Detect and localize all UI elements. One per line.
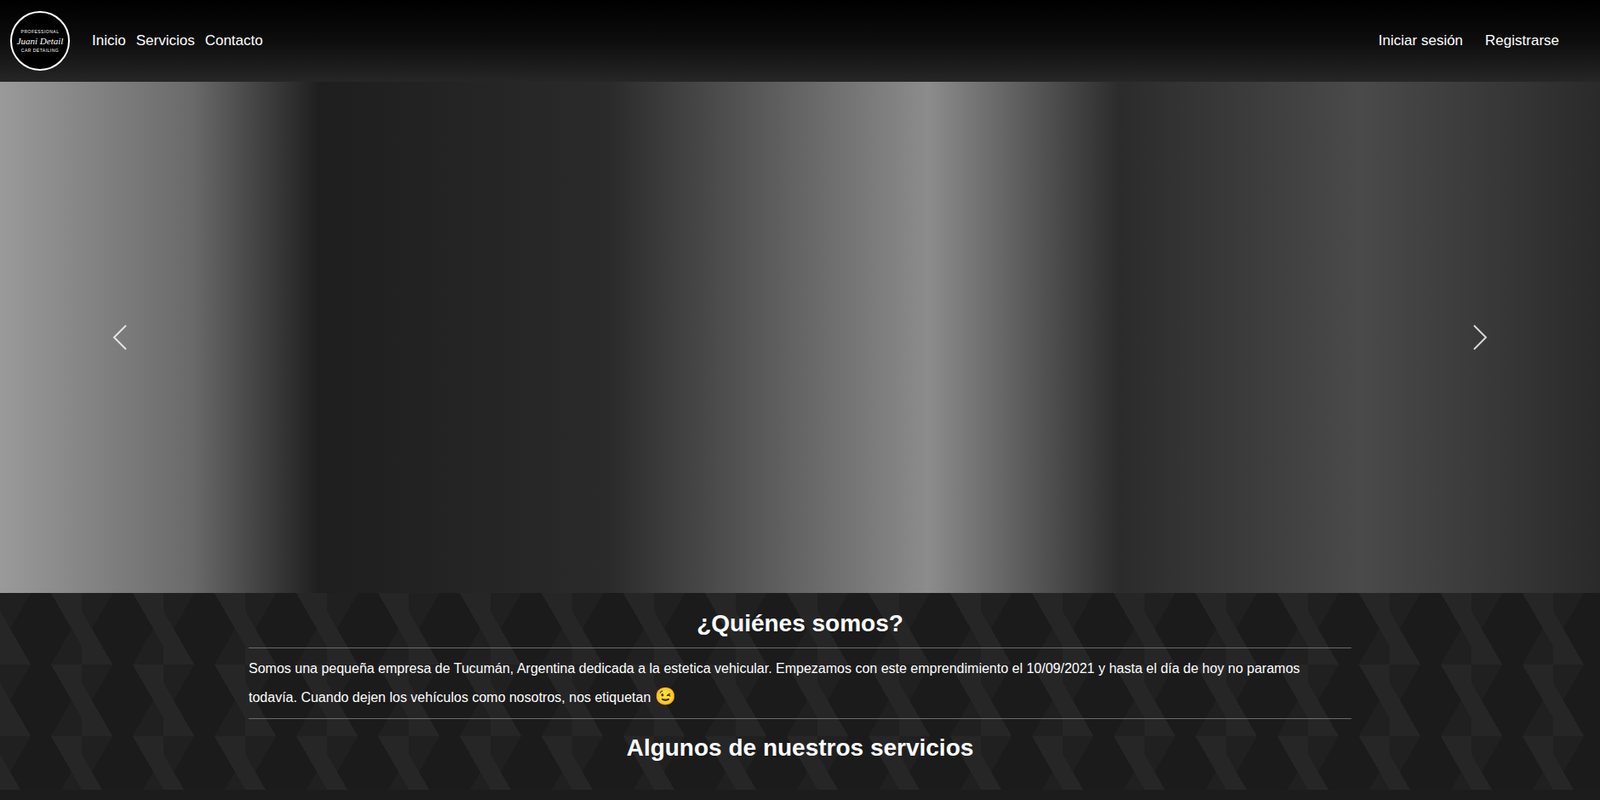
auth-links: Iniciar sesión Registrarse <box>1378 29 1560 52</box>
logo[interactable]: PROFESSIONALJuani Detail CAR DETAILING <box>10 11 70 71</box>
logo-name: Juani Detail <box>17 36 64 46</box>
about-text: Somos una pequeña empresa de Tucumán, Ar… <box>248 648 1352 718</box>
nav-link[interactable]: Inicio <box>91 29 127 52</box>
carousel <box>0 81 1600 593</box>
chevron-right-icon[interactable] <box>1470 322 1490 352</box>
wink-emoji: 😉 <box>654 686 677 706</box>
nav-links: Inicio Servicios Contacto <box>91 29 264 52</box>
content-section: ¿Quiénes somos?Somos una pequeña empresa… <box>0 592 1600 790</box>
logo-bottom: CAR DETAILING <box>21 48 59 53</box>
nav-link[interactable]: Contacto <box>205 29 264 52</box>
chevron-left-icon[interactable] <box>110 322 130 352</box>
divider <box>248 647 1352 649</box>
page: PROFESSIONALJuani Detail CAR DETAILING Ini… <box>0 0 1600 800</box>
divider <box>248 717 1352 719</box>
auth-link[interactable]: Iniciar sesión <box>1378 29 1463 52</box>
content: ¿Quiénes somos?Somos una pequeña empresa… <box>248 607 1352 764</box>
navbar-left: PROFESSIONALJuani Detail CAR DETAILING Ini… <box>10 11 264 71</box>
nav-link[interactable]: Servicios <box>136 29 195 52</box>
logo-top: PROFESSIONAL <box>21 29 60 35</box>
about-title: ¿Quiénes somos? <box>248 607 1352 648</box>
services-title: Algunos de nuestros servicios <box>248 718 1352 763</box>
navbar: PROFESSIONALJuani Detail CAR DETAILING Ini… <box>0 0 1600 82</box>
auth-link[interactable]: Registrarse <box>1485 29 1560 52</box>
